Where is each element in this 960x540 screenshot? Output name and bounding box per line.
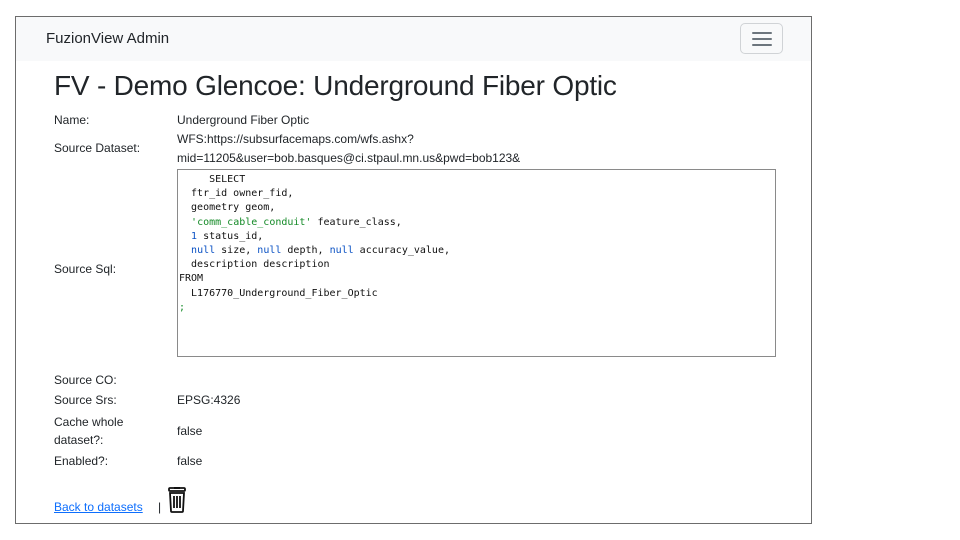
navbar: FuzionView Admin bbox=[16, 17, 811, 61]
sql-line: FROM bbox=[179, 273, 204, 285]
hamburger-menu-icon-bar bbox=[752, 38, 772, 40]
navbar-toggle-button[interactable] bbox=[740, 23, 783, 54]
enabled-label: Enabled?: bbox=[54, 454, 109, 468]
source-dataset-value-line1: WFS:https://subsurfacemaps.com/wfs.ashx? bbox=[177, 132, 414, 146]
sql-line: 1 status_id, bbox=[191, 230, 264, 242]
footer-separator: | bbox=[158, 500, 162, 514]
sql-line: null size, null depth, null accuracy_val… bbox=[191, 245, 450, 257]
sql-line: ftr_id owner_fid, bbox=[179, 188, 294, 200]
cache-whole-value: false bbox=[177, 424, 203, 438]
sql-line: SELECT bbox=[179, 174, 246, 185]
source-dataset-label: Source Dataset: bbox=[54, 141, 141, 155]
source-srs-value: EPSG:4326 bbox=[177, 393, 241, 407]
source-dataset-value-line2: mid=11205&user=bob.basques@ci.stpaul.mn.… bbox=[177, 151, 521, 165]
cache-whole-label-line2: dataset?: bbox=[54, 433, 104, 447]
sql-line: description description bbox=[179, 259, 330, 271]
back-to-datasets-link[interactable]: Back to datasets bbox=[54, 500, 143, 514]
source-co-label: Source CO: bbox=[54, 373, 117, 387]
page-title: FV - Demo Glencoe: Underground Fiber Opt… bbox=[54, 70, 617, 101]
source-srs-label: Source Srs: bbox=[54, 393, 117, 407]
trash-icon[interactable] bbox=[166, 487, 188, 513]
hamburger-menu-icon-bar bbox=[752, 44, 772, 46]
name-label: Name: bbox=[54, 113, 90, 127]
name-value: Underground Fiber Optic bbox=[177, 113, 310, 127]
sql-line: 'comm_cable_conduit' feature_class, bbox=[191, 216, 402, 228]
app-window: FuzionView Admin FV - Demo Glencoe: Unde… bbox=[15, 16, 812, 524]
navbar-brand[interactable]: FuzionView Admin bbox=[46, 30, 169, 47]
cache-whole-label-line1: Cache whole bbox=[54, 415, 124, 429]
source-sql-label: Source Sql: bbox=[54, 262, 117, 276]
source-sql-code: SELECT ftr_id owner_fid, geometry geom, … bbox=[178, 170, 775, 315]
sql-line: ; bbox=[179, 301, 186, 313]
hamburger-menu-icon bbox=[752, 32, 772, 34]
source-sql-editor[interactable]: SELECT ftr_id owner_fid, geometry geom, … bbox=[177, 169, 776, 357]
sql-line: L176770_Underground_Fiber_Optic bbox=[179, 287, 378, 299]
sql-line: geometry geom, bbox=[179, 202, 276, 214]
enabled-value: false bbox=[177, 454, 203, 468]
